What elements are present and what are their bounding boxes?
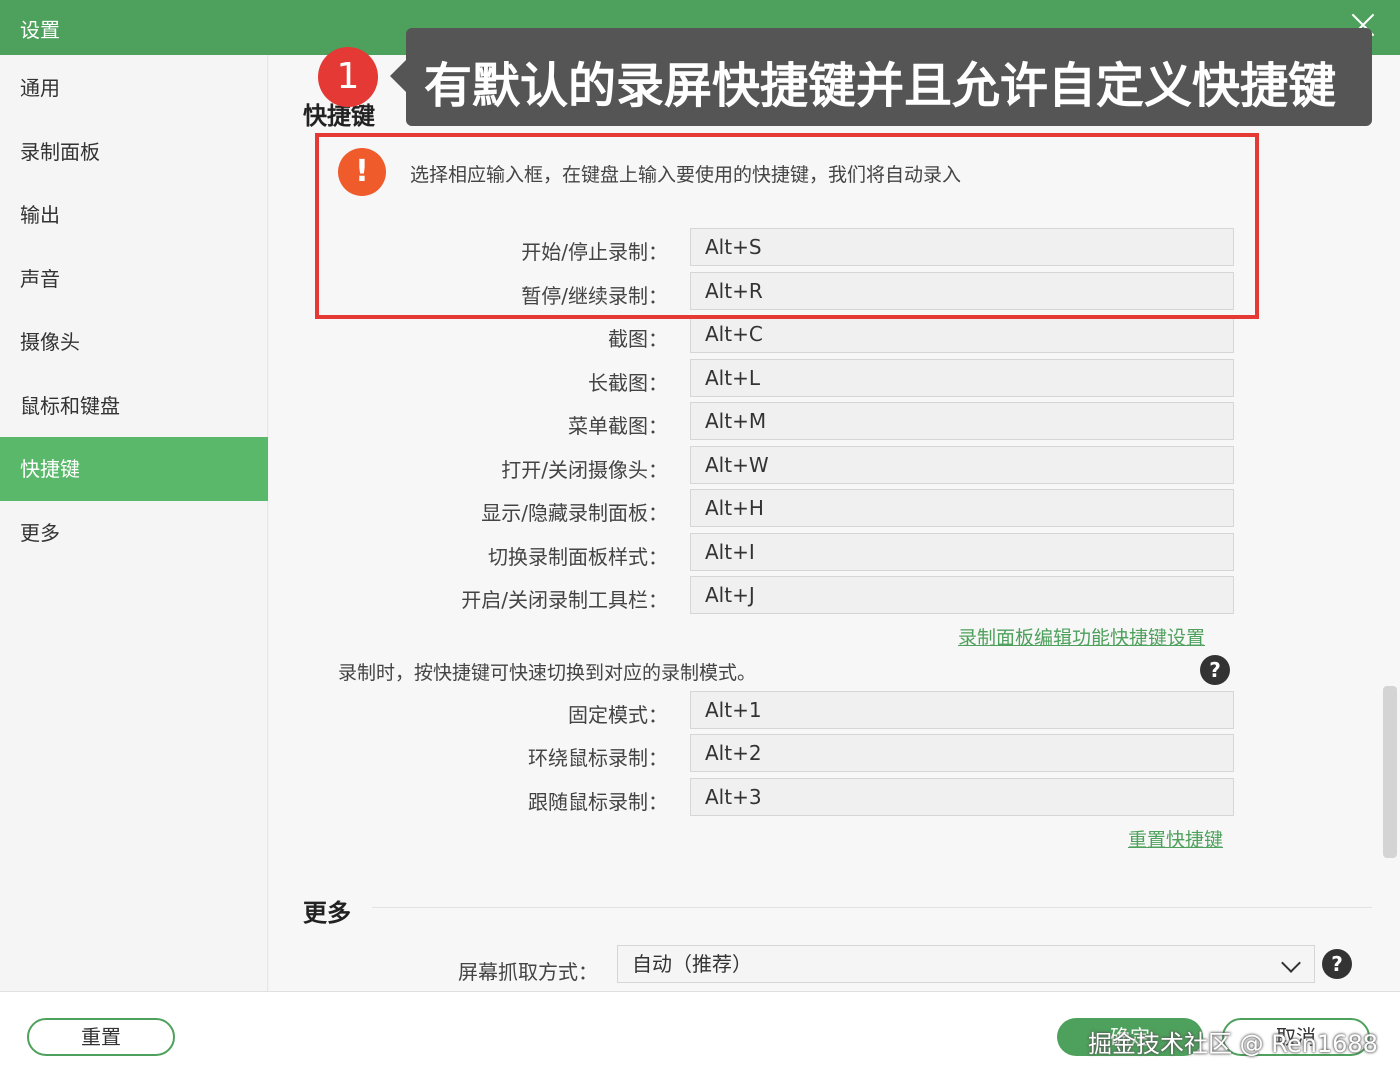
- sidebar-item-mouse-keyboard[interactable]: 鼠标和键盘: [0, 374, 268, 438]
- shortcut-label-long-screenshot: 长截图：: [588, 371, 668, 395]
- help-icon[interactable]: ?: [1200, 655, 1230, 685]
- watermark-text: 掘金技术社区 @ Ren1688: [1088, 1030, 1378, 1058]
- capture-method-value: 自动（推荐）: [632, 952, 752, 976]
- mode-input-fixed[interactable]: Alt+1: [690, 691, 1234, 729]
- capture-method-label: 屏幕抓取方式：: [458, 960, 598, 984]
- chevron-down-icon: [1281, 953, 1301, 973]
- shortcut-input-toggle-panel[interactable]: Alt+H: [690, 489, 1234, 527]
- mode-input-around-mouse[interactable]: Alt+2: [690, 734, 1234, 772]
- sidebar-item-shortcuts[interactable]: 快捷键: [0, 437, 268, 501]
- reset-shortcuts-link[interactable]: 重置快捷键: [1128, 825, 1223, 852]
- sidebar: 通用 录制面板 输出 声音 摄像头 鼠标和键盘 快捷键 更多: [0, 55, 268, 991]
- section-divider: [372, 907, 1372, 908]
- mode-label-follow-mouse: 跟随鼠标录制：: [528, 790, 668, 814]
- sidebar-item-general[interactable]: 通用: [0, 56, 268, 120]
- help-icon[interactable]: ?: [1322, 949, 1352, 979]
- sidebar-item-camera[interactable]: 摄像头: [0, 310, 268, 374]
- capture-method-select[interactable]: 自动（推荐）: [617, 945, 1315, 983]
- mode-label-fixed: 固定模式：: [568, 703, 668, 727]
- shortcut-label-menu-screenshot: 菜单截图：: [568, 414, 668, 438]
- shortcut-label-toggle-panel: 显示/隐藏录制面板：: [481, 501, 668, 525]
- shortcut-label-toggle-camera: 打开/关闭摄像头：: [501, 458, 668, 482]
- mode-label-around-mouse: 环绕鼠标录制：: [528, 746, 668, 770]
- shortcut-input-menu-screenshot[interactable]: Alt+M: [690, 402, 1234, 440]
- shortcut-label-switch-panel-style: 切换录制面板样式：: [488, 545, 668, 569]
- mode-switch-description: 录制时，按快捷键可快速切换到对应的录制模式。: [338, 662, 757, 684]
- sidebar-item-record-panel[interactable]: 录制面板: [0, 120, 268, 184]
- shortcut-input-toggle-camera[interactable]: Alt+W: [690, 446, 1234, 484]
- sidebar-item-more[interactable]: 更多: [0, 501, 268, 565]
- shortcut-label-screenshot: 截图：: [608, 327, 668, 351]
- scrollbar-thumb[interactable]: [1383, 686, 1397, 858]
- section-title-more: 更多: [303, 899, 351, 927]
- shortcut-input-switch-panel-style[interactable]: Alt+I: [690, 533, 1234, 571]
- shortcut-input-screenshot[interactable]: Alt+C: [690, 315, 1234, 353]
- step-number-badge: 1: [318, 47, 378, 107]
- panel-edit-shortcut-link[interactable]: 录制面板编辑功能快捷键设置: [958, 623, 1205, 650]
- reset-button[interactable]: 重置: [27, 1018, 175, 1056]
- annotation-highlight-box: [315, 133, 1259, 319]
- mode-input-follow-mouse[interactable]: Alt+3: [690, 778, 1234, 816]
- window-title: 设置: [20, 18, 60, 42]
- sidebar-item-output[interactable]: 输出: [0, 183, 268, 247]
- shortcut-label-toggle-toolbar: 开启/关闭录制工具栏：: [461, 588, 668, 612]
- sidebar-item-audio[interactable]: 声音: [0, 247, 268, 311]
- shortcut-input-toggle-toolbar[interactable]: Alt+J: [690, 576, 1234, 614]
- annotation-callout: 有默认的录屏快捷键并且允许自定义快捷键: [390, 28, 1372, 126]
- annotation-callout-text: 有默认的录屏快捷键并且允许自定义快捷键: [424, 58, 1337, 114]
- shortcut-input-long-screenshot[interactable]: Alt+L: [690, 359, 1234, 397]
